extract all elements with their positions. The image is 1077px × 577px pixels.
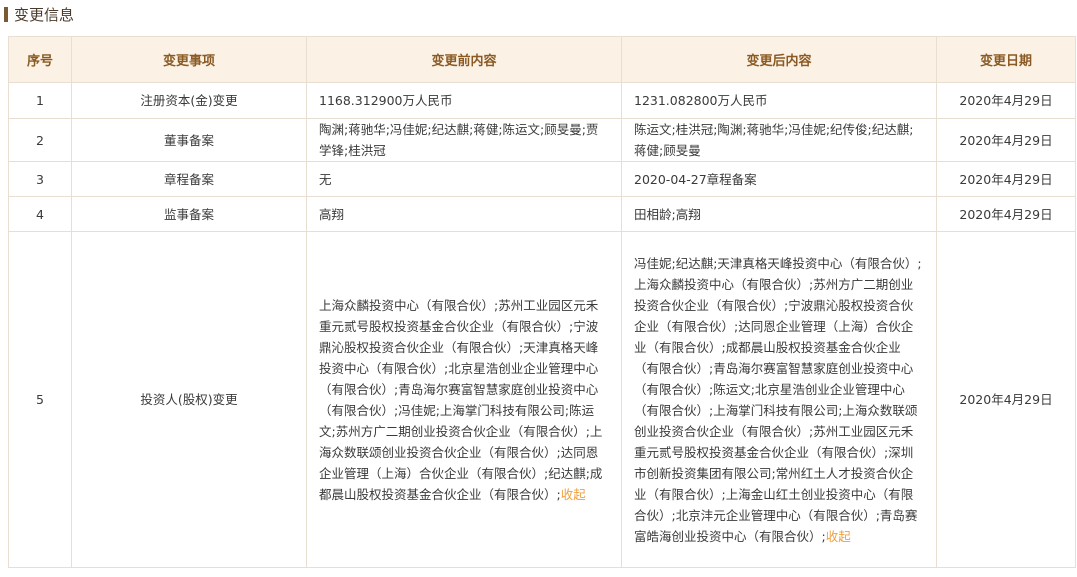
row-date: 2020年4月29日	[936, 231, 1076, 568]
row-before: 陶渊;蒋驰华;冯佳妮;纪达麒;蒋健;陈运文;顾旻曼;贾学锋;桂洪冠	[306, 118, 622, 162]
row-before: 高翔	[306, 196, 622, 232]
row-item: 董事备案	[71, 118, 307, 162]
header-after: 变更后内容	[621, 36, 937, 83]
change-info-table: 序号 变更事项 变更前内容 变更后内容 变更日期 1 注册资本(金)变更 116…	[8, 36, 1076, 568]
change-info-panel: 变更信息 序号 变更事项 变更前内容 变更后内容 变更日期 1 注册资本(金)变…	[0, 0, 1077, 577]
row-date: 2020年4月29日	[936, 196, 1076, 232]
header-date: 变更日期	[936, 36, 1076, 83]
row-item: 注册资本(金)变更	[71, 82, 307, 119]
row-date: 2020年4月29日	[936, 161, 1076, 197]
table-header-row: 序号 变更事项 变更前内容 变更后内容 变更日期	[8, 36, 1076, 83]
header-item: 变更事项	[71, 36, 307, 83]
section-title-marker	[4, 6, 8, 22]
row-index: 4	[8, 196, 72, 232]
row-index: 5	[8, 231, 72, 568]
row-before: 上海众麟投资中心（有限合伙）;苏州工业园区元禾重元贰号股权投资基金合伙企业（有限…	[319, 297, 603, 502]
table-row: 4 监事备案 高翔 田相龄;高翔 2020年4月29日	[8, 196, 1076, 232]
row-after-cell: 冯佳妮;纪达麒;天津真格天峰投资中心（有限合伙）;上海众麟投资中心（有限合伙）;…	[621, 231, 937, 568]
header-before: 变更前内容	[306, 36, 622, 83]
collapse-link-before[interactable]: 收起	[561, 487, 586, 502]
row-index: 3	[8, 161, 72, 197]
header-index: 序号	[8, 36, 72, 83]
row-index: 2	[8, 118, 72, 162]
collapse-link-after[interactable]: 收起	[826, 529, 851, 544]
section-title: 变更信息	[4, 3, 74, 25]
section-title-text: 变更信息	[14, 5, 75, 24]
table-row: 3 章程备案 无 2020-04-27章程备案 2020年4月29日	[8, 161, 1076, 197]
row-after: 2020-04-27章程备案	[621, 161, 937, 197]
row-before: 1168.312900万人民币	[306, 82, 622, 119]
row-date: 2020年4月29日	[936, 82, 1076, 119]
row-after: 田相龄;高翔	[621, 196, 937, 232]
row-index: 1	[8, 82, 72, 119]
row-after: 1231.082800万人民币	[621, 82, 937, 119]
row-item: 投资人(股权)变更	[71, 231, 307, 568]
row-date: 2020年4月29日	[936, 118, 1076, 162]
row-before-cell: 上海众麟投资中心（有限合伙）;苏州工业园区元禾重元贰号股权投资基金合伙企业（有限…	[306, 231, 622, 568]
row-before: 无	[306, 161, 622, 197]
row-item: 监事备案	[71, 196, 307, 232]
table-row: 1 注册资本(金)变更 1168.312900万人民币 1231.082800万…	[8, 82, 1076, 119]
table-row: 2 董事备案 陶渊;蒋驰华;冯佳妮;纪达麒;蒋健;陈运文;顾旻曼;贾学锋;桂洪冠…	[8, 118, 1076, 162]
row-after: 陈运文;桂洪冠;陶渊;蒋驰华;冯佳妮;纪传俊;纪达麒;蒋健;顾旻曼	[621, 118, 937, 162]
row-item: 章程备案	[71, 161, 307, 197]
table-row: 5 投资人(股权)变更 上海众麟投资中心（有限合伙）;苏州工业园区元禾重元贰号股…	[8, 231, 1076, 568]
row-after: 冯佳妮;纪达麒;天津真格天峰投资中心（有限合伙）;上海众麟投资中心（有限合伙）;…	[634, 255, 922, 544]
